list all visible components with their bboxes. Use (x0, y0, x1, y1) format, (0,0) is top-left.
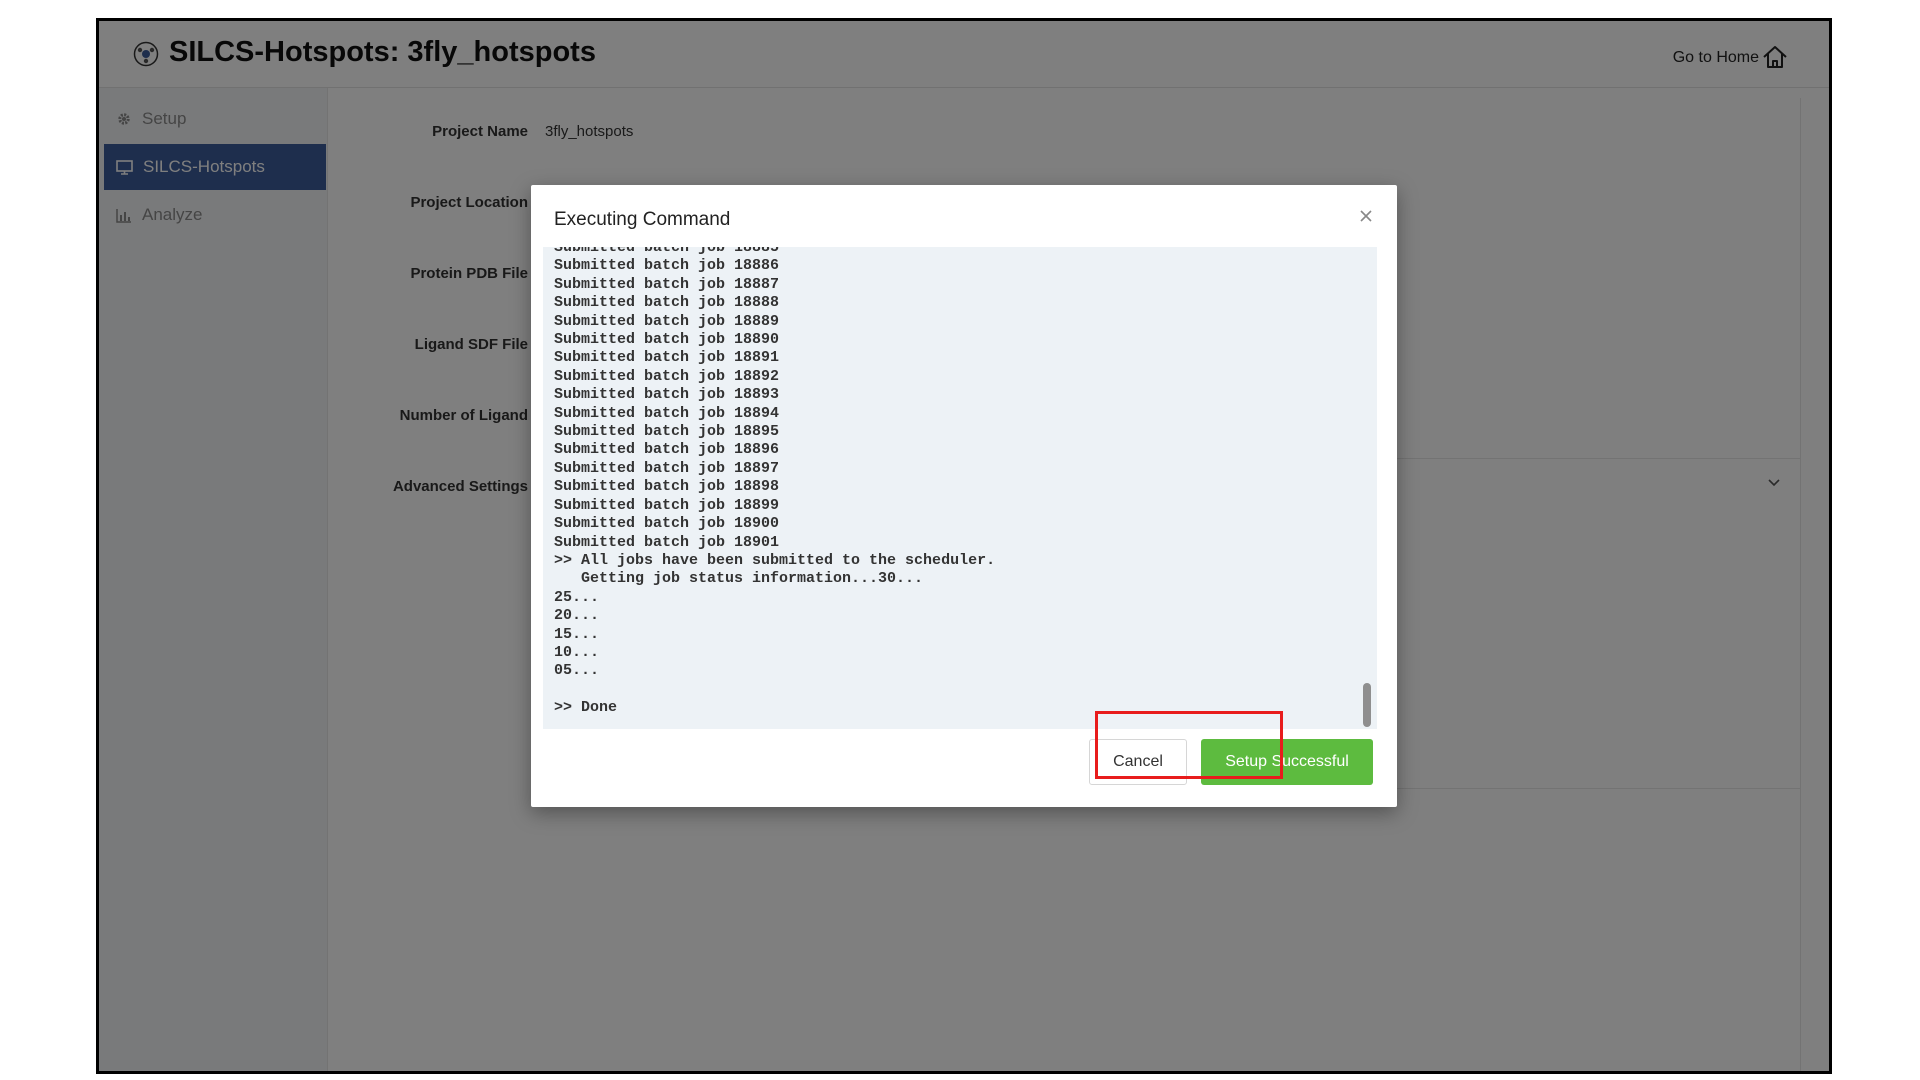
console-line: Submitted batch job 18899 (554, 496, 780, 514)
console-line: Submitted batch job 18891 (554, 349, 780, 367)
dialog-title: Executing Command (554, 209, 731, 230)
console-line: Submitted batch job 18896 (554, 441, 780, 459)
console-line: Submitted batch job 18898 (554, 478, 780, 496)
console-line: Submitted batch job 18894 (554, 404, 780, 422)
app-window: SILCS-Hotspots: 3fly_hotspots Go to Home… (99, 21, 1829, 1071)
screenshot-frame: SILCS-Hotspots: 3fly_hotspots Go to Home… (96, 18, 1832, 1074)
close-icon[interactable] (1355, 205, 1377, 227)
console-line: Submitted batch job 18901 (554, 533, 780, 551)
console-line: 20... (554, 607, 600, 625)
console-line: Submitted batch job 18892 (554, 367, 780, 385)
console-line: Submitted batch job 18885 (554, 247, 780, 256)
executing-command-dialog: Executing Command Submitted batch job 18… (531, 185, 1397, 807)
scrollbar-thumb[interactable] (1363, 683, 1371, 727)
console-text: Submitted batch job 18885 Submitted batc… (554, 247, 995, 718)
console-line: Submitted batch job 18889 (554, 312, 780, 330)
console-line: Getting job status information...30... (581, 570, 924, 588)
console-scrollbar[interactable] (1361, 247, 1371, 729)
console-line: Submitted batch job 18900 (554, 515, 780, 533)
console-line: 05... (554, 662, 600, 680)
console-line: Submitted batch job 18893 (554, 386, 780, 404)
console-line: Submitted batch job 18888 (554, 294, 780, 312)
console-line: Submitted batch job 18886 (554, 257, 780, 275)
console-line: Submitted batch job 18895 (554, 423, 780, 441)
console-line: Submitted batch job 18890 (554, 331, 780, 349)
console-line: >> All jobs have been submitted to the s… (554, 551, 996, 569)
console-line: >> Done (554, 699, 618, 717)
console-line: Submitted batch job 18887 (554, 275, 780, 293)
console-line: Submitted batch job 18897 (554, 459, 780, 477)
console-line: 25... (554, 588, 600, 606)
console-output[interactable]: Submitted batch job 18885 Submitted batc… (543, 247, 1377, 729)
cancel-button[interactable]: Cancel (1089, 739, 1187, 785)
console-line: 10... (554, 643, 600, 661)
setup-successful-button[interactable]: Setup Successful (1201, 739, 1373, 785)
console-line: 15... (554, 625, 600, 643)
